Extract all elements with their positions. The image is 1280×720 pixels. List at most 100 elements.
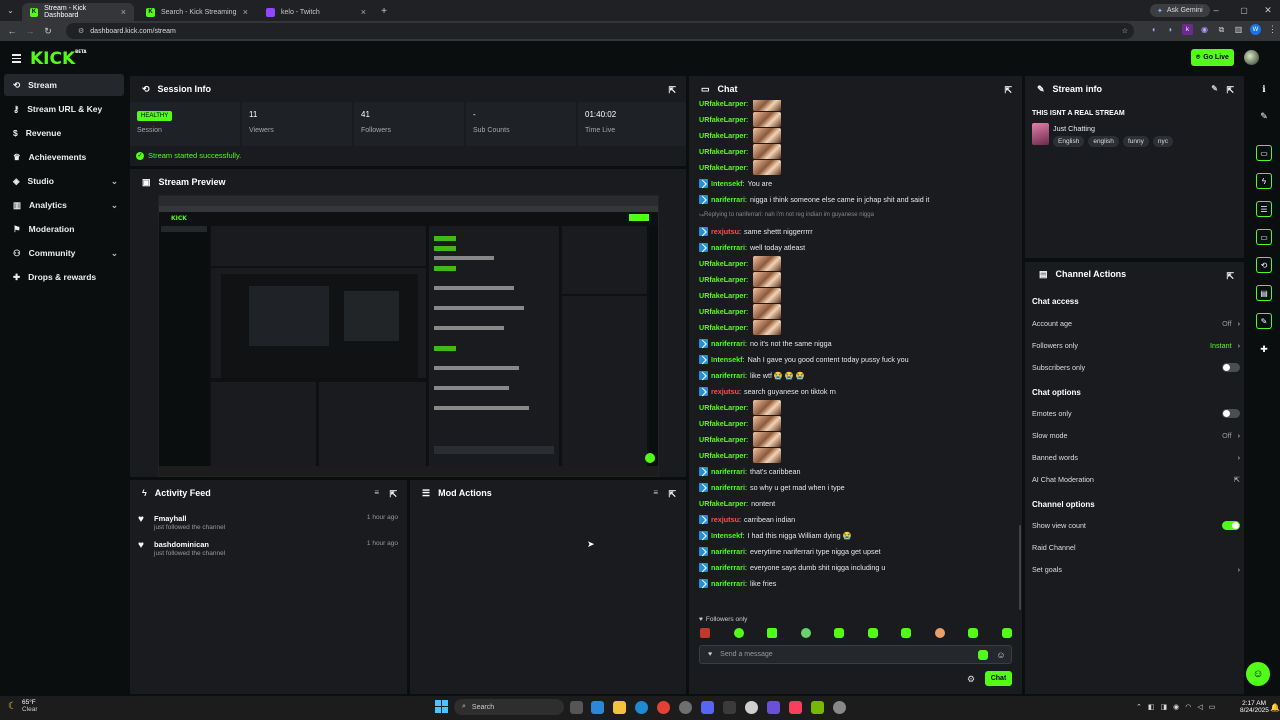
help-chat-icon[interactable]: ☺	[1246, 662, 1270, 686]
chat-username[interactable]: nariferrari	[711, 339, 745, 348]
account-age-setting[interactable]: Account age Off ›	[1032, 316, 1240, 330]
widgets-icon[interactable]	[591, 701, 604, 714]
slow-mode-setting[interactable]: Slow mode Off ›	[1032, 428, 1240, 442]
chat-username[interactable]: URfakeLarper	[699, 451, 746, 460]
taskbar-search-box[interactable]: ⌕ Search	[454, 699, 564, 715]
app-icon[interactable]	[767, 701, 780, 714]
bookmark-star-icon[interactable]: ☆	[1122, 27, 1128, 35]
chat-username[interactable]: rexjutsu	[711, 227, 739, 236]
puzzle-icon[interactable]: ⧉	[1216, 24, 1227, 35]
chat-username[interactable]: rexjutsu	[711, 515, 739, 524]
edit-pencil-icon[interactable]: ✎	[1211, 84, 1218, 93]
browser-tab-twitch[interactable]: kelo - Twitch ×	[258, 3, 374, 21]
maximize-window-icon[interactable]: ▢	[1238, 4, 1250, 16]
popout-icon[interactable]: ⇱	[1226, 85, 1234, 96]
chat-username[interactable]: nariferrari	[711, 243, 745, 252]
emote-icon[interactable]	[767, 628, 778, 638]
stream-category[interactable]: Just Chatting	[1053, 124, 1095, 133]
chat-username[interactable]: nariferrari	[711, 563, 745, 572]
edge-icon[interactable]	[635, 701, 648, 714]
chat-username[interactable]: URfakeLarper	[699, 163, 746, 172]
tray-app-icon[interactable]: ◧	[1148, 703, 1155, 711]
sidebar-item-studio[interactable]: ◈ Studio ⌄	[4, 170, 124, 192]
music-icon[interactable]	[789, 701, 802, 714]
mod-actions-panel-icon[interactable]: ☰	[1256, 201, 1272, 217]
url-input[interactable]: ⚙ dashboard.kick.com/stream ☆	[66, 23, 1134, 39]
chat-username[interactable]: URfakeLarper	[699, 275, 746, 284]
channel-actions-panel-icon[interactable]: ▤	[1256, 285, 1272, 301]
sidebar-item-stream-url-key[interactable]: ⚷ Stream URL & Key	[4, 98, 124, 120]
chat-username[interactable]: Intensekf	[711, 355, 743, 364]
weather-widget[interactable]: ☾ 65°F Clear	[8, 699, 38, 713]
chat-username[interactable]: URfakeLarper	[699, 259, 746, 268]
popout-icon[interactable]: ⇱	[389, 489, 397, 500]
browser-tab-search[interactable]: K Search - Kick Streaming ×	[138, 3, 256, 21]
app-icon[interactable]	[723, 701, 736, 714]
chat-input[interactable]: ♥ Send a message ☺	[699, 645, 1012, 664]
set-goals-setting[interactable]: Set goals ›	[1032, 562, 1240, 576]
tray-app-icon[interactable]: ◨	[1161, 703, 1168, 711]
emotes-only-toggle[interactable]	[1222, 408, 1240, 418]
chat-username[interactable]: URfakeLarper	[699, 147, 746, 156]
sidebar-item-drops-rewards[interactable]: ✚ Drops & rewards	[4, 266, 124, 288]
tray-chevron-icon[interactable]: ⌃	[1136, 703, 1142, 711]
chat-username[interactable]: URfakeLarper	[699, 307, 746, 316]
chat-username[interactable]: nariferrari	[711, 195, 745, 204]
chat-username[interactable]: URfakeLarper	[699, 419, 746, 428]
user-avatar[interactable]	[1244, 50, 1259, 65]
show-view-count-toggle[interactable]	[1222, 520, 1240, 530]
emote-icon[interactable]	[800, 628, 811, 638]
menu-kebab-icon[interactable]: ⋮	[1267, 24, 1278, 35]
emote-icon[interactable]	[901, 628, 912, 638]
chat-username[interactable]: Intensekf	[711, 179, 743, 188]
popout-icon[interactable]: ⇱	[1226, 271, 1234, 282]
discord-icon[interactable]	[701, 701, 714, 714]
extension-icon[interactable]: ◗	[1165, 24, 1176, 35]
ask-gemini-button[interactable]: ✦ Ask Gemini	[1150, 4, 1210, 17]
chat-username[interactable]: URfakeLarper	[699, 115, 746, 124]
nvidia-icon[interactable]	[811, 701, 824, 714]
sidebar-item-moderation[interactable]: ⚑ Moderation	[4, 218, 124, 240]
emote-icon[interactable]	[834, 628, 845, 638]
task-view-icon[interactable]	[570, 701, 583, 714]
emote-icon[interactable]	[867, 628, 878, 638]
filter-icon[interactable]: ≡	[374, 488, 379, 497]
go-live-button[interactable]: ⌾ Go Live	[1191, 49, 1234, 66]
extension-icon[interactable]: ◖	[1148, 24, 1159, 35]
chat-username[interactable]: nariferrari	[711, 371, 745, 380]
new-tab-button[interactable]: +	[378, 5, 390, 17]
hamburger-menu-icon[interactable]	[12, 54, 21, 63]
notifications-bell-icon[interactable]: 🔔	[1270, 703, 1280, 712]
windows-start-icon[interactable]	[435, 700, 448, 713]
extension-icon[interactable]: ◉	[1199, 24, 1210, 35]
browser-tab-kick-dashboard[interactable]: K Stream - Kick Dashboard ×	[22, 3, 134, 21]
activity-panel-icon[interactable]: ϟ	[1256, 173, 1272, 189]
chrome-icon[interactable]	[657, 701, 670, 714]
chat-username[interactable]: URfakeLarper	[699, 323, 746, 332]
popout-icon[interactable]: ⇱	[668, 85, 676, 96]
sidebar-toggle-icon[interactable]: ▥	[1233, 24, 1244, 35]
chat-scrollbar[interactable]	[1019, 525, 1021, 610]
emote-icon[interactable]	[733, 628, 744, 638]
banned-words-setting[interactable]: Banned words ›	[1032, 450, 1240, 464]
chat-username[interactable]: URfakeLarper	[699, 499, 746, 508]
edit-pencil-icon[interactable]: ✎	[1256, 108, 1272, 124]
app-icon[interactable]	[679, 701, 692, 714]
close-window-icon[interactable]: ✕	[1262, 4, 1274, 16]
sidebar-item-stream[interactable]: ⟲ Stream	[4, 74, 124, 96]
chat-username[interactable]: Intensekf	[711, 531, 743, 540]
sidebar-item-revenue[interactable]: $ Revenue	[4, 122, 124, 144]
subscribers-only-toggle[interactable]	[1222, 362, 1240, 372]
emote-icon[interactable]	[700, 628, 710, 638]
chat-username[interactable]: URfakeLarper	[699, 435, 746, 444]
info-icon[interactable]: ℹ	[1256, 81, 1272, 97]
raid-channel-setting[interactable]: Raid Channel	[1032, 540, 1240, 554]
kick-logo[interactable]: KICKBETA	[30, 49, 86, 69]
chat-username[interactable]: rexjutsu	[711, 387, 739, 396]
settings-icon[interactable]	[833, 701, 846, 714]
file-explorer-icon[interactable]	[613, 701, 626, 714]
chat-username[interactable]: nariferrari	[711, 547, 745, 556]
kick-emote-picker-icon[interactable]	[978, 649, 988, 660]
emote-icon[interactable]	[968, 628, 979, 638]
sidebar-item-analytics[interactable]: ▥ Analytics ⌄	[4, 194, 124, 216]
